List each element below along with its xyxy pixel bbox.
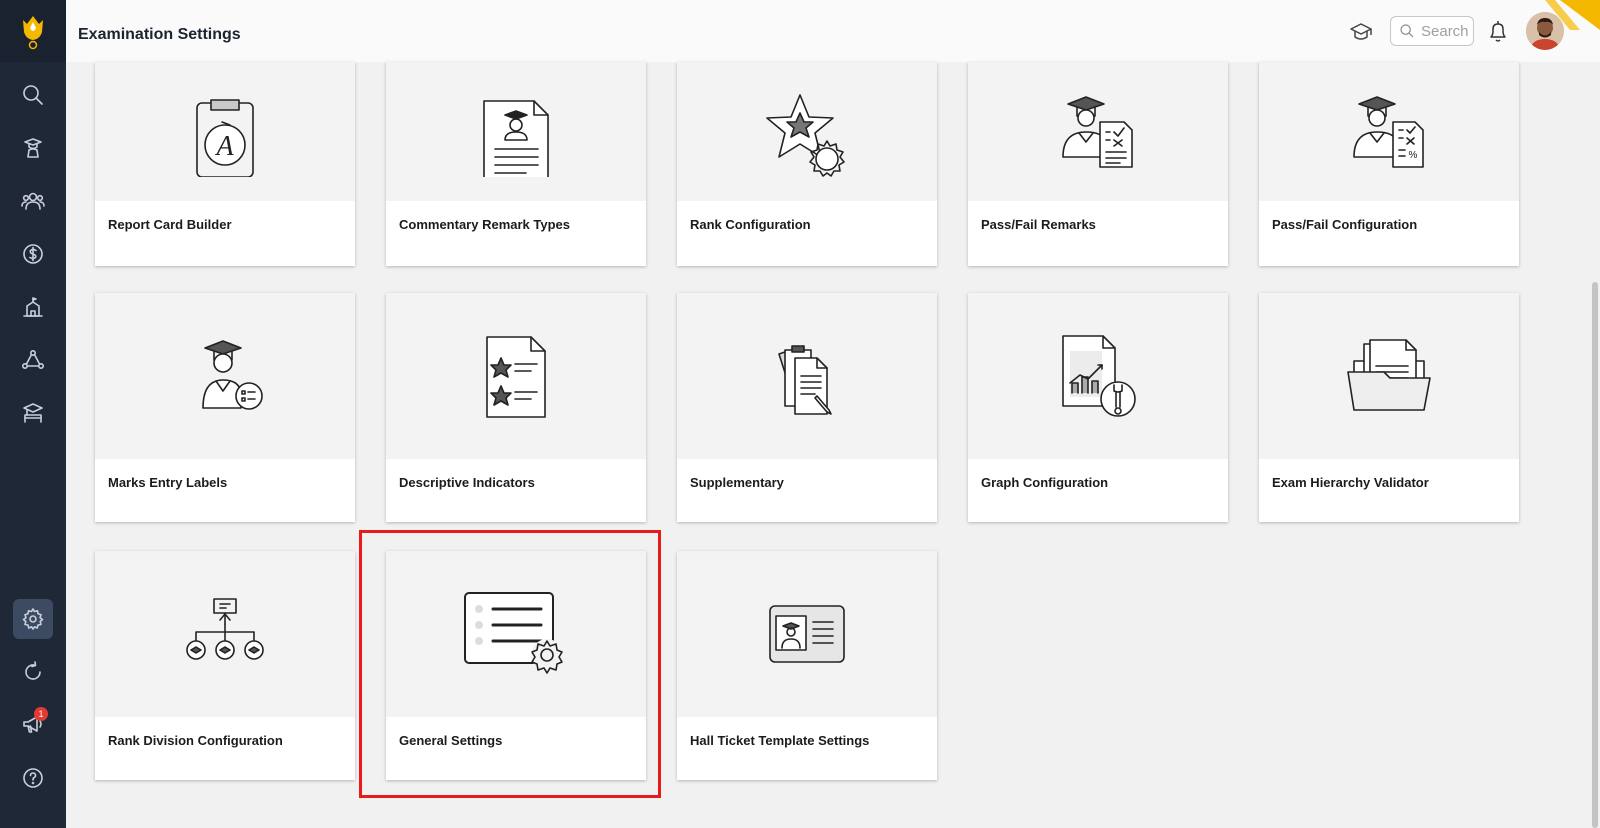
sidebar-dollar-icon[interactable] <box>13 234 53 274</box>
sidebar: 1 <box>0 0 66 828</box>
card-image <box>386 62 646 201</box>
card-general-settings[interactable]: General Settings <box>386 551 646 780</box>
card-image <box>677 62 937 201</box>
sidebar-refresh-icon[interactable] <box>13 652 53 692</box>
sidebar-megaphone-icon[interactable]: 1 <box>13 704 53 744</box>
card-image <box>386 551 646 717</box>
graduate-form-icon <box>202 340 263 410</box>
card-image <box>1259 293 1519 459</box>
clipboard-pen-icon <box>778 345 832 415</box>
card-label: Pass/Fail Remarks <box>981 217 1096 232</box>
card-image <box>95 551 355 717</box>
sidebar-gear-icon[interactable] <box>13 599 53 639</box>
card-label: Pass/Fail Configuration <box>1272 217 1418 232</box>
card-image: % <box>1259 62 1519 201</box>
card-label: Exam Hierarchy Validator <box>1272 475 1429 490</box>
sidebar-student-icon[interactable] <box>13 128 53 168</box>
sidebar-help-icon[interactable] <box>13 758 53 798</box>
list-gear-icon <box>464 592 563 674</box>
card-image <box>95 293 355 459</box>
star-gear-icon <box>766 93 845 177</box>
card-label: Graph Configuration <box>981 475 1109 490</box>
card-label: Rank Configuration <box>690 217 811 232</box>
sidebar-search-icon[interactable] <box>13 75 53 115</box>
card-hall-ticket-template-settings[interactable]: Hall Ticket Template Settings <box>677 551 937 780</box>
remark-document-icon <box>483 99 549 177</box>
folder-documents-icon <box>1347 339 1431 411</box>
scrollbar[interactable] <box>1592 62 1600 828</box>
notification-badge: 1 <box>34 707 48 721</box>
card-image <box>968 293 1228 459</box>
card-rank-configuration[interactable]: Rank Configuration <box>677 62 937 266</box>
card-supplementary[interactable]: Supplementary <box>677 293 937 522</box>
card-image <box>677 293 937 459</box>
scrollbar-thumb[interactable] <box>1592 282 1598 828</box>
bell-icon[interactable] <box>1486 19 1510 45</box>
card-label: Commentary Remark Types <box>399 217 570 232</box>
card-pass-fail-configuration[interactable]: % Pass/Fail Configuration <box>1259 62 1519 266</box>
hierarchy-icon <box>186 598 264 660</box>
card-image <box>968 62 1228 201</box>
svg-text:A: A <box>214 131 234 162</box>
card-rank-division-configuration[interactable]: Rank Division Configuration <box>95 551 355 780</box>
tulip-logo-icon <box>23 16 43 50</box>
card-label: Hall Ticket Template Settings <box>690 733 870 748</box>
search-input[interactable]: Search <box>1390 16 1474 46</box>
card-descriptive-indicators[interactable]: Descriptive Indicators <box>386 293 646 522</box>
app-logo[interactable] <box>0 0 66 62</box>
card-image: A <box>95 62 355 201</box>
id-card-icon <box>769 605 845 663</box>
graduation-cap-icon[interactable] <box>1349 20 1373 44</box>
card-pass-fail-remarks[interactable]: Pass/Fail Remarks <box>968 62 1228 266</box>
sidebar-school-icon[interactable] <box>13 287 53 327</box>
card-image <box>386 293 646 459</box>
page-title: Examination Settings <box>78 26 241 43</box>
search-icon <box>1400 24 1414 38</box>
card-marks-entry-labels[interactable]: Marks Entry Labels <box>95 293 355 522</box>
star-document-icon <box>486 336 546 418</box>
card-label: General Settings <box>399 733 503 748</box>
card-image <box>677 551 937 717</box>
sidebar-exam-icon[interactable] <box>13 393 53 433</box>
card-exam-hierarchy-validator[interactable]: Exam Hierarchy Validator <box>1259 293 1519 522</box>
card-commentary-remark-types[interactable]: Commentary Remark Types <box>386 62 646 266</box>
sidebar-network-icon[interactable] <box>13 340 53 380</box>
card-label: Marks Entry Labels <box>108 475 228 490</box>
graduate-percent-icon: % <box>1353 95 1424 168</box>
chart-wrench-icon <box>1062 335 1136 417</box>
card-label: Rank Division Configuration <box>108 733 283 748</box>
card-label: Supplementary <box>690 475 784 490</box>
card-label: Descriptive Indicators <box>399 475 535 490</box>
graduate-checklist-icon <box>1062 95 1133 168</box>
avatar[interactable] <box>1526 12 1564 50</box>
card-report-card-builder[interactable]: A Report Card Builder <box>95 62 355 266</box>
card-label: Report Card Builder <box>108 217 232 232</box>
report-card-icon: A <box>196 98 254 177</box>
search-placeholder: Search <box>1421 22 1469 40</box>
svg-text:%: % <box>1409 150 1418 161</box>
card-graph-configuration[interactable]: Graph Configuration <box>968 293 1228 522</box>
top-header: Examination Settings Search <box>66 0 1600 62</box>
sidebar-users-icon[interactable] <box>13 181 53 221</box>
